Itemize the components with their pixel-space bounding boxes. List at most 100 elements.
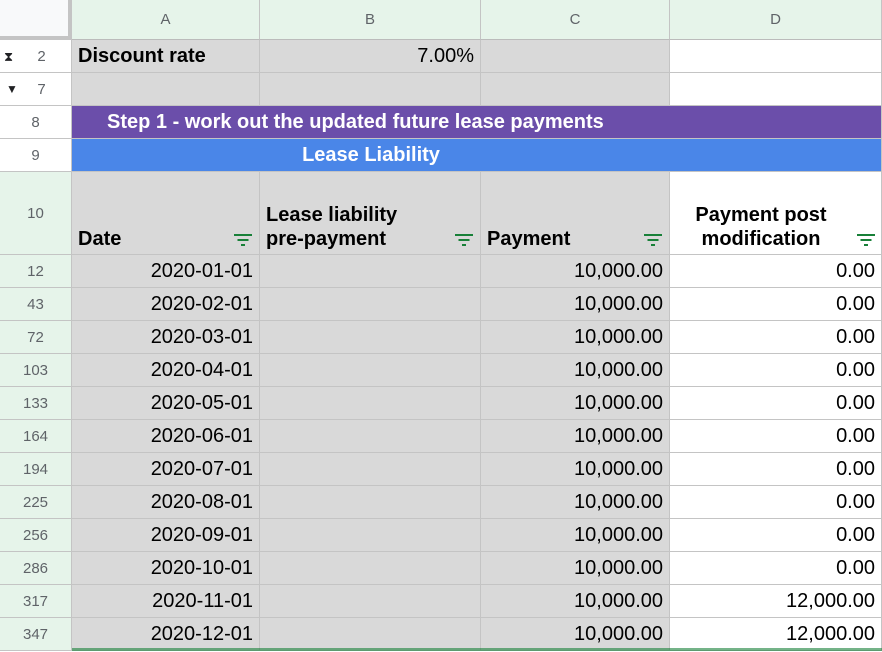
date-cell[interactable]: 2020-11-01 [72, 585, 260, 618]
payment-post-cell[interactable]: 0.00 [670, 354, 882, 387]
header-date-cell[interactable]: Date [72, 172, 260, 255]
payment-cell[interactable]: 10,000.00 [481, 354, 670, 387]
cell-c7[interactable] [481, 73, 670, 106]
header-payment-post-line2: modification [701, 228, 821, 250]
discount-rate-label[interactable]: Discount rate [72, 40, 260, 73]
date-cell[interactable]: 2020-03-01 [72, 321, 260, 354]
payment-cell[interactable]: 10,000.00 [481, 585, 670, 618]
cell-b7[interactable] [260, 73, 481, 106]
row-header[interactable]: 194 [0, 453, 72, 486]
filter-icon[interactable] [234, 234, 252, 248]
payment-post-cell[interactable]: 0.00 [670, 321, 882, 354]
column-header-c[interactable]: C [481, 0, 670, 40]
payment-cell[interactable]: 10,000.00 [481, 486, 670, 519]
date-cell[interactable]: 2020-01-01 [72, 255, 260, 288]
date-cell[interactable]: 2020-04-01 [72, 354, 260, 387]
lease-liability-cell[interactable] [260, 486, 481, 519]
date-cell[interactable]: 2020-06-01 [72, 420, 260, 453]
lease-liability-cell[interactable] [260, 354, 481, 387]
cell-d7[interactable] [670, 73, 882, 106]
column-header-b[interactable]: B [260, 0, 481, 40]
row-header[interactable]: 286 [0, 552, 72, 585]
cell-c2[interactable] [481, 40, 670, 73]
row-header[interactable]: 256 [0, 519, 72, 552]
lease-liability-cell[interactable] [260, 321, 481, 354]
header-payment-cell[interactable]: Payment [481, 172, 670, 255]
date-cell[interactable]: 2020-12-01 [72, 618, 260, 651]
row-header-2[interactable]: ⧗ 2 [0, 40, 72, 73]
expand-rows-icon[interactable]: ▼ [6, 73, 18, 105]
date-cell[interactable]: 2020-08-01 [72, 486, 260, 519]
lease-liability-cell[interactable] [260, 288, 481, 321]
section-banner-d[interactable] [670, 139, 882, 172]
lease-liability-cell[interactable] [260, 420, 481, 453]
date-cell[interactable]: 2020-10-01 [72, 552, 260, 585]
cell-a7[interactable] [72, 73, 260, 106]
collapse-rows-icon[interactable]: ⧗ [4, 40, 13, 72]
lease-liability-cell[interactable] [260, 585, 481, 618]
row-header[interactable]: 12 [0, 255, 72, 288]
payment-post-cell[interactable]: 12,000.00 [670, 585, 882, 618]
payment-post-cell[interactable]: 0.00 [670, 552, 882, 585]
date-cell[interactable]: 2020-07-01 [72, 453, 260, 486]
step-banner[interactable]: Step 1 - work out the updated future lea… [72, 106, 670, 139]
row-header[interactable]: 347 [0, 618, 72, 651]
payment-cell[interactable]: 10,000.00 [481, 255, 670, 288]
frozen-divider [72, 648, 882, 651]
section-banner[interactable]: Lease Liability [72, 139, 670, 172]
header-payment-post-cell[interactable]: Payment post modification [670, 172, 882, 255]
header-lease-liability-line2: pre-payment [266, 228, 387, 250]
payment-post-cell[interactable]: 0.00 [670, 486, 882, 519]
payment-post-cell[interactable]: 0.00 [670, 420, 882, 453]
row-header-9[interactable]: 9 [0, 139, 72, 172]
row-header[interactable]: 317 [0, 585, 72, 618]
row-number: 7 [37, 81, 46, 98]
row-header[interactable]: 103 [0, 354, 72, 387]
header-lease-liability-cell[interactable]: Lease liability pre-payment [260, 172, 481, 255]
date-cell[interactable]: 2020-09-01 [72, 519, 260, 552]
lease-liability-cell[interactable] [260, 255, 481, 288]
payment-cell[interactable]: 10,000.00 [481, 420, 670, 453]
payment-cell[interactable]: 10,000.00 [481, 552, 670, 585]
payment-post-cell[interactable]: 0.00 [670, 453, 882, 486]
spreadsheet-grid: A B C D ⧗ 2 Discount rate 7.00% ▼ 7 8 St… [0, 0, 882, 652]
column-header-d[interactable]: D [670, 0, 882, 40]
row-header[interactable]: 164 [0, 420, 72, 453]
payment-cell[interactable]: 10,000.00 [481, 519, 670, 552]
filter-icon[interactable] [857, 234, 875, 248]
row-header[interactable]: 225 [0, 486, 72, 519]
payment-post-cell[interactable]: 0.00 [670, 288, 882, 321]
header-date-label: Date [78, 228, 122, 250]
lease-liability-cell[interactable] [260, 453, 481, 486]
filter-icon[interactable] [455, 234, 473, 248]
payment-post-cell[interactable]: 0.00 [670, 255, 882, 288]
row-header[interactable]: 43 [0, 288, 72, 321]
header-payment-post-line1: Payment post [695, 204, 827, 226]
row-header-10[interactable]: 10 [0, 172, 72, 255]
row-header[interactable]: 133 [0, 387, 72, 420]
date-cell[interactable]: 2020-02-01 [72, 288, 260, 321]
step-banner-d[interactable] [670, 106, 882, 139]
cell-d2[interactable] [670, 40, 882, 73]
payment-post-cell[interactable]: 0.00 [670, 387, 882, 420]
row-header-8[interactable]: 8 [0, 106, 72, 139]
discount-rate-value[interactable]: 7.00% [260, 40, 481, 73]
select-all-corner[interactable] [0, 0, 72, 40]
lease-liability-cell[interactable] [260, 552, 481, 585]
payment-post-cell[interactable]: 12,000.00 [670, 618, 882, 651]
date-cell[interactable]: 2020-05-01 [72, 387, 260, 420]
payment-cell[interactable]: 10,000.00 [481, 618, 670, 651]
row-header-7[interactable]: ▼ 7 [0, 73, 72, 106]
filter-icon[interactable] [644, 234, 662, 248]
payment-cell[interactable]: 10,000.00 [481, 453, 670, 486]
header-lease-liability-line1: Lease liability [266, 204, 398, 226]
column-header-a[interactable]: A [72, 0, 260, 40]
payment-cell[interactable]: 10,000.00 [481, 321, 670, 354]
lease-liability-cell[interactable] [260, 519, 481, 552]
payment-cell[interactable]: 10,000.00 [481, 288, 670, 321]
payment-cell[interactable]: 10,000.00 [481, 387, 670, 420]
lease-liability-cell[interactable] [260, 618, 481, 651]
payment-post-cell[interactable]: 0.00 [670, 519, 882, 552]
lease-liability-cell[interactable] [260, 387, 481, 420]
row-header[interactable]: 72 [0, 321, 72, 354]
